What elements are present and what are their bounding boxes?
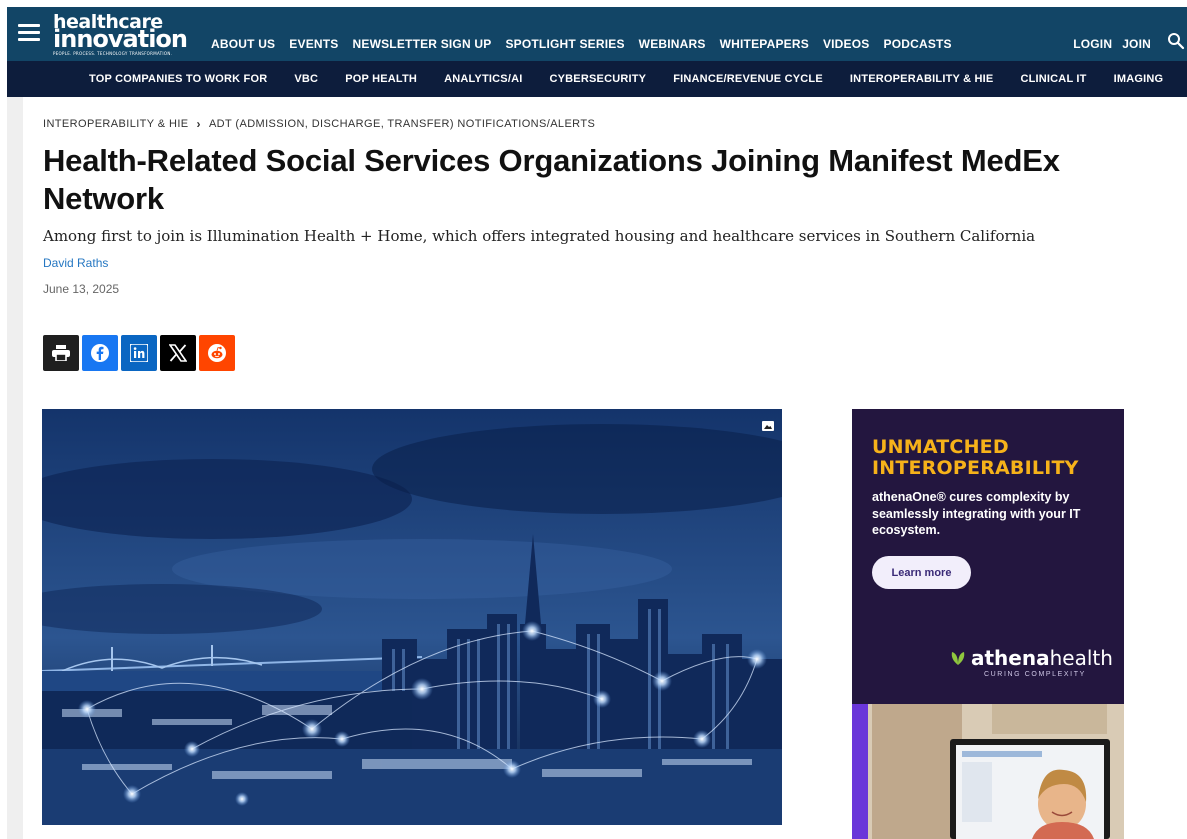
topic-vbc[interactable]: VBC: [294, 73, 318, 85]
nav-whitepapers[interactable]: WHITEPAPERS: [720, 37, 809, 51]
topic-cybersecurity[interactable]: CYBERSECURITY: [549, 73, 646, 85]
ad-body-text: athenaOne® cures complexity by seamlessl…: [872, 490, 1081, 537]
logo-line-2: innovation: [53, 25, 188, 53]
nav-podcasts[interactable]: PODCASTS: [883, 37, 951, 51]
site-logo[interactable]: healthcare innovation PEOPLE. PROCESS. T…: [53, 13, 188, 56]
leaf-icon: [951, 652, 965, 665]
login-link[interactable]: LOGIN: [1073, 37, 1112, 51]
linkedin-share-button[interactable]: [121, 335, 157, 371]
nav-spotlight-series[interactable]: SPOTLIGHT SERIES: [505, 37, 624, 51]
topic-clinical-it[interactable]: CLINICAL IT: [1020, 73, 1086, 85]
x-icon: [169, 344, 187, 362]
learn-more-button[interactable]: Learn more: [872, 556, 971, 589]
topic-finance-revenue-cycle[interactable]: FINANCE/REVENUE CYCLE: [673, 73, 823, 85]
nav-events[interactable]: EVENTS: [289, 37, 338, 51]
print-icon: [52, 345, 70, 361]
reddit-icon: [208, 344, 226, 362]
image-icon[interactable]: [762, 418, 774, 431]
topic-pop-health[interactable]: POP HEALTH: [345, 73, 417, 85]
publish-date: June 13, 2025: [43, 282, 120, 296]
facebook-share-button[interactable]: [82, 335, 118, 371]
brand-bold: athena: [971, 646, 1050, 670]
ad-photo-woman-at-screen: [852, 704, 1124, 839]
ad-headline: UNMATCHED INTEROPERABILITY: [872, 437, 1079, 479]
menu-icon[interactable]: [18, 24, 40, 42]
join-link[interactable]: JOIN: [1122, 37, 1151, 51]
topic-interoperability-hie[interactable]: INTEROPERABILITY & HIE: [850, 73, 994, 85]
top-navigation-bar: healthcare innovation PEOPLE. PROCESS. T…: [7, 7, 1187, 61]
topic-nav: TOP COMPANIES TO WORK FOR VBC POP HEALTH…: [89, 73, 1187, 85]
primary-nav: ABOUT US EVENTS NEWSLETTER SIGN UP SPOTL…: [211, 37, 952, 51]
breadcrumb-parent[interactable]: INTEROPERABILITY & HIE: [43, 118, 189, 130]
logo-tagline: PEOPLE. PROCESS. TECHNOLOGY TRANSFORMATI…: [53, 51, 173, 56]
athenahealth-logo: athenahealth: [949, 646, 1113, 670]
nav-about-us[interactable]: ABOUT US: [211, 37, 275, 51]
ad-headline-line-1: UNMATCHED: [872, 436, 1009, 458]
reddit-share-button[interactable]: [199, 335, 235, 371]
linkedin-icon: [130, 344, 148, 362]
brand-tagline: CURING COMPLEXITY: [984, 671, 1086, 678]
topic-analytics-ai[interactable]: ANALYTICS/AI: [444, 73, 522, 85]
account-links: LOGIN JOIN: [1073, 37, 1151, 51]
topic-imaging[interactable]: IMAGING: [1114, 73, 1164, 85]
facebook-icon: [91, 344, 109, 362]
sidebar-advertisement[interactable]: UNMATCHED INTEROPERABILITY athenaOne® cu…: [852, 409, 1124, 839]
nav-videos[interactable]: VIDEOS: [823, 37, 870, 51]
breadcrumb: INTEROPERABILITY & HIE › ADT (ADMISSION,…: [43, 117, 595, 131]
topic-navigation-bar: TOP COMPANIES TO WORK FOR VBC POP HEALTH…: [7, 61, 1187, 97]
ad-headline-line-2: INTEROPERABILITY: [872, 457, 1079, 479]
article-title: Health-Related Social Services Organizat…: [43, 143, 1060, 216]
search-icon[interactable]: [1167, 32, 1185, 50]
nav-newsletter-sign-up[interactable]: NEWSLETTER SIGN UP: [353, 37, 492, 51]
share-buttons: [43, 335, 235, 371]
nav-webinars[interactable]: WEBINARS: [639, 37, 706, 51]
left-edge-strip: [7, 97, 23, 839]
author-link[interactable]: David Raths: [43, 256, 108, 270]
hero-image-city-network: [42, 409, 782, 825]
chevron-right-icon: ›: [196, 117, 201, 131]
print-button[interactable]: [43, 335, 79, 371]
x-share-button[interactable]: [160, 335, 196, 371]
brand-light: health: [1049, 646, 1113, 670]
topic-top-companies[interactable]: TOP COMPANIES TO WORK FOR: [89, 73, 267, 85]
breadcrumb-current[interactable]: ADT (ADMISSION, DISCHARGE, TRANSFER) NOT…: [209, 118, 595, 130]
article-subtitle: Among first to join is Illumination Heal…: [43, 227, 1036, 245]
